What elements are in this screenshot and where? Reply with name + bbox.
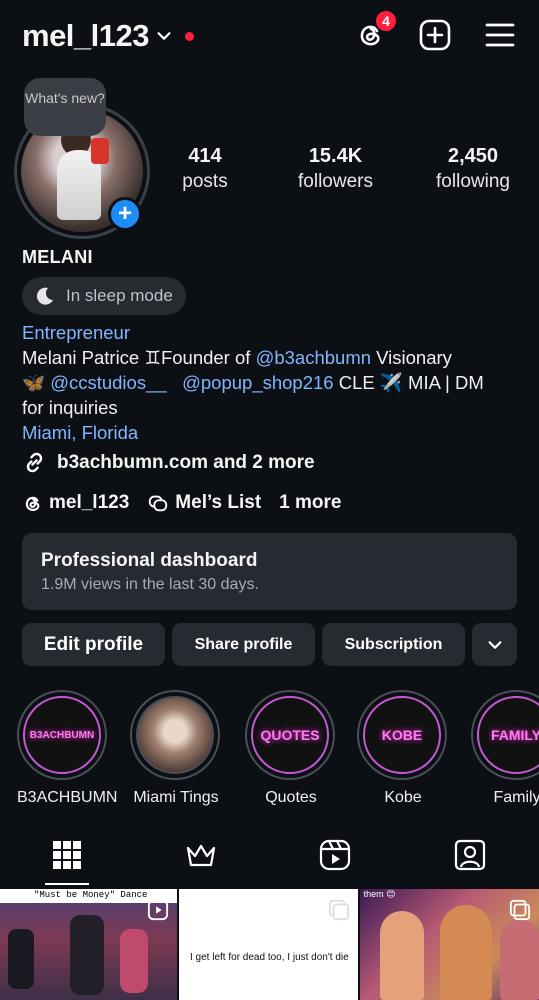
- threads-icon: [25, 496, 40, 511]
- add-story-button[interactable]: +: [108, 197, 142, 231]
- profile-badges-row: mel_l123 Mel’s List 1 more: [22, 492, 341, 514]
- story-highlights: B3ACHBUMN B3ACHBUMN Miami Tings QUOTES Q…: [0, 690, 539, 810]
- stat-label: posts: [182, 171, 228, 192]
- highlight-label: Kobe: [384, 789, 422, 806]
- stat-value: 414: [188, 145, 222, 167]
- grid-icon: [53, 841, 81, 869]
- stat-followers[interactable]: 15.4K followers: [253, 145, 418, 193]
- bio-category: Entrepreneur: [22, 322, 130, 343]
- dashboard-title: Professional dashboard: [41, 550, 258, 571]
- posts-grid: "Must be Money" Dance I get left for dea…: [0, 889, 539, 1000]
- highlight-cover: B3ACHBUMN: [23, 696, 101, 774]
- list-icon: [149, 495, 168, 512]
- active-tab-indicator: [45, 883, 89, 885]
- crown-icon: [186, 844, 216, 867]
- status-dot: [185, 31, 194, 41]
- stat-value: 2,450: [447, 145, 499, 167]
- highlight-cover: FAMILY: [477, 696, 539, 774]
- post-caption-overlay: them 😊: [363, 889, 396, 899]
- hamburger-menu-icon: [485, 23, 515, 47]
- tab-posts-grid[interactable]: [50, 838, 84, 872]
- bio-text: for inquiries: [22, 397, 118, 418]
- chevron-down-icon: [157, 32, 171, 40]
- plus-square-icon: [419, 19, 451, 51]
- bio-text: Visionary: [371, 347, 452, 368]
- highlight-miami-tings[interactable]: Miami Tings: [130, 690, 222, 807]
- stat-value: 15.4K: [308, 145, 363, 167]
- tagged-person-icon: [454, 839, 486, 871]
- tab-subscriptions[interactable]: [184, 838, 218, 872]
- location-link[interactable]: Miami, Florida: [22, 420, 522, 445]
- highlight-cover: QUOTES: [251, 696, 329, 774]
- carousel-icon: [328, 899, 349, 921]
- external-links[interactable]: b3achbumn.com and 2 more: [22, 450, 315, 475]
- subscription-button[interactable]: Subscription: [322, 623, 465, 666]
- profile-tabs: [0, 838, 539, 882]
- highlight-label: Quotes: [265, 789, 317, 806]
- highlight-family[interactable]: FAMILY Family: [471, 690, 539, 807]
- menu-button[interactable]: [483, 18, 517, 52]
- chevron-down-icon: [488, 640, 501, 649]
- professional-dashboard[interactable]: Professional dashboard 1.9M views in the…: [22, 533, 517, 610]
- carousel-icon: [509, 899, 531, 921]
- bio-text: CLE ✈️ MIA | DM: [333, 372, 484, 393]
- account-switcher[interactable]: mel_l123: [22, 18, 194, 54]
- grid-post[interactable]: them 😊: [359, 889, 539, 1000]
- note-text: What's new?: [25, 90, 105, 106]
- more-link[interactable]: 1 more: [279, 492, 341, 514]
- threads-button[interactable]: 4: [353, 9, 398, 52]
- list-link[interactable]: Mel’s List: [175, 492, 261, 514]
- share-profile-button[interactable]: Share profile: [172, 623, 315, 666]
- status-pill[interactable]: In sleep mode: [22, 277, 186, 315]
- highlight-label: Family: [493, 789, 539, 806]
- highlight-label: Miami Tings: [133, 789, 219, 806]
- stat-label: followers: [298, 171, 373, 192]
- moon-icon: [36, 287, 53, 305]
- link-text: b3achbumn.com and 2 more: [57, 451, 315, 473]
- username-label: mel_l123: [22, 18, 150, 53]
- highlight-cover: [136, 696, 214, 774]
- link-icon: [26, 452, 43, 473]
- stat-posts[interactable]: 414 posts: [160, 145, 250, 193]
- mention-link[interactable]: @popup_shop216: [182, 372, 334, 393]
- highlight-b3achbumn[interactable]: B3ACHBUMN B3ACHBUMN: [17, 690, 118, 807]
- edit-profile-button[interactable]: Edit profile: [22, 623, 165, 666]
- suggested-users-button[interactable]: [472, 623, 517, 666]
- status-text: In sleep mode: [66, 286, 173, 305]
- highlight-kobe[interactable]: KOBE Kobe: [357, 690, 449, 807]
- plus-icon: +: [117, 200, 132, 227]
- stat-following[interactable]: 2,450 following: [418, 145, 528, 193]
- butterfly-emoji: 🦋: [22, 372, 51, 393]
- highlight-cover: KOBE: [363, 696, 441, 774]
- profile-actions: Edit profile Share profile Subscription: [22, 623, 517, 666]
- profile-stats: 414 posts 15.4K followers 2,450 followin…: [160, 145, 530, 193]
- threads-handle-link[interactable]: mel_l123: [49, 492, 129, 514]
- post-caption-overlay: "Must be Money" Dance: [30, 889, 152, 901]
- create-button[interactable]: [418, 18, 452, 52]
- display-name: MELANI: [22, 247, 93, 267]
- tab-tagged[interactable]: [453, 838, 487, 872]
- dashboard-subtitle: 1.9M views in the last 30 days.: [41, 576, 259, 593]
- post-caption-overlay: I get left for dead too, I just don't di…: [190, 952, 349, 963]
- bio: Entrepreneur Melani Patrice ♊Founder of …: [22, 320, 522, 445]
- tab-reels[interactable]: [318, 838, 352, 872]
- reels-icon: [319, 839, 351, 871]
- grid-post[interactable]: I get left for dead too, I just don't di…: [179, 889, 358, 1000]
- highlight-quotes[interactable]: QUOTES Quotes: [245, 690, 337, 807]
- notification-badge: 4: [374, 9, 398, 33]
- top-bar: mel_l123 4: [0, 0, 539, 78]
- reel-icon: [148, 899, 169, 921]
- stat-label: following: [436, 171, 510, 192]
- mention-link[interactable]: @b3achbumn: [256, 347, 371, 368]
- highlight-label: B3ACHBUMN: [17, 789, 118, 806]
- bio-text: Melani Patrice ♊Founder of: [22, 347, 256, 368]
- note-bubble[interactable]: What's new?: [24, 78, 106, 136]
- mention-link[interactable]: @ccstudios__: [50, 372, 166, 393]
- grid-post[interactable]: "Must be Money" Dance: [0, 889, 178, 1000]
